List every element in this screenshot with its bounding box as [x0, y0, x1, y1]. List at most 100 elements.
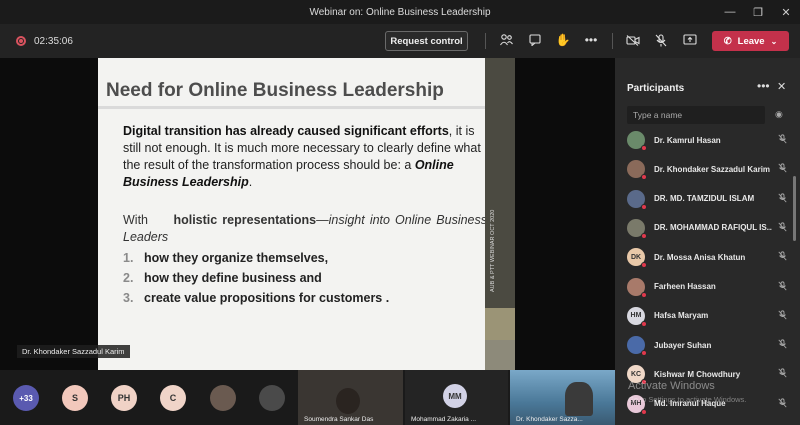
bullet-number: 2.	[123, 271, 134, 285]
participant-row[interactable]: Dr. Khondaker Sazzadul Karim	[627, 158, 787, 181]
para1-bold: Digital transition has already caused si…	[123, 124, 449, 138]
video-tile[interactable]: Soumendra Sankar Das	[298, 370, 403, 425]
participant-search-input[interactable]: Type a name	[627, 106, 765, 124]
status-badge	[641, 232, 647, 239]
mic-off-icon	[778, 222, 787, 234]
minimize-icon[interactable]: —	[716, 0, 744, 24]
participant-avatar: HM	[627, 306, 647, 327]
status-badge	[641, 203, 647, 210]
participant-name: Dr. Khondaker Sazzadul Karim	[654, 164, 771, 174]
bullet-number: 1.	[123, 251, 134, 265]
participant-photo-avatar[interactable]	[259, 385, 285, 411]
participant-row[interactable]: DR. MOHAMMAD RAFIQUL IS...	[627, 217, 787, 239]
participant-row[interactable]: DR. MD. TAMZIDUL ISLAM	[627, 188, 787, 210]
slide-side-accent	[485, 308, 515, 340]
participant-avatar	[627, 218, 647, 239]
bullet-text: create value propositions for customers …	[144, 291, 390, 305]
bullet-number: 3.	[123, 291, 134, 305]
participant-avatar: DK	[627, 248, 647, 269]
participant-name: Farheen Hassan	[654, 282, 716, 291]
slide-divider	[98, 106, 485, 109]
share-screen-icon[interactable]	[682, 32, 698, 48]
toolbar-divider	[612, 33, 613, 49]
chat-icon[interactable]	[527, 32, 543, 48]
leave-button[interactable]: ✆ Leave ⌄	[712, 31, 789, 51]
participant-name: Jubayer Suhan	[654, 340, 712, 350]
toolbar-divider	[485, 33, 486, 49]
more-participants-badge[interactable]: +33	[13, 385, 39, 411]
bullet-item: 1. how they organize themselves,	[123, 248, 389, 268]
raise-hand-icon[interactable]: ✋	[555, 32, 571, 48]
mic-off-icon[interactable]	[653, 32, 669, 48]
participant-name: Dr. Mossa Anisa Khatun	[654, 252, 746, 262]
status-badge	[641, 174, 647, 181]
participant-row[interactable]: DK Dr. Mossa Anisa Khatun	[627, 246, 787, 269]
mic-off-icon	[778, 251, 787, 263]
video-tile-label: Mohammad Zakaria ...	[411, 416, 477, 423]
para2-with: With	[123, 213, 148, 227]
presenter-name-tag: Dr. Khondaker Sazzadul Karim	[17, 345, 130, 358]
restore-icon[interactable]: ❐	[744, 0, 772, 24]
participant-avatar[interactable]: C	[160, 385, 186, 411]
phone-hangup-icon: ✆	[723, 35, 732, 47]
video-tile[interactable]: MM Mohammad Zakaria ...	[405, 370, 508, 425]
participant-name: Kishwar M Chowdhury	[654, 369, 741, 379]
participant-row[interactable]: Jubayer Suhan	[627, 334, 787, 357]
para2-bold: holistic representations	[173, 213, 317, 227]
mic-off-icon	[778, 280, 787, 293]
status-badge	[641, 350, 647, 357]
more-actions-icon[interactable]: •••	[583, 32, 599, 48]
camera-off-icon[interactable]	[625, 32, 641, 48]
mic-off-icon	[778, 310, 787, 322]
participant-row[interactable]: Farheen Hassan	[627, 276, 787, 298]
bullet-item: 2. how they define business and	[123, 268, 389, 288]
mic-off-icon	[778, 193, 787, 205]
participant-row[interactable]: HM Hafsa Maryam	[627, 305, 787, 327]
video-tile[interactable]: Dr. Khondaker Sazza...	[510, 370, 615, 425]
participants-scrollbar[interactable]	[793, 176, 796, 241]
participant-avatar	[627, 336, 647, 357]
slide-title: Need for Online Business Leadership	[106, 80, 444, 101]
meeting-timer: 02:35:06	[34, 36, 73, 47]
video-strip: +33 S PH C Soumendra Sankar Das MM Moham…	[0, 370, 615, 425]
more-options-icon[interactable]: •••	[757, 79, 770, 93]
activation-watermark-sub: Go to Settings to activate Windows.	[628, 395, 747, 404]
slide-bullet-list: 1. how they organize themselves, 2. how th…	[123, 248, 389, 308]
status-badge	[641, 408, 647, 415]
mic-off-icon	[778, 339, 787, 351]
meeting-toolbar: 02:35:06 Request control ✋ ••• ✆ Leave ⌄	[0, 24, 800, 58]
participant-avatar	[627, 160, 647, 181]
participant-row[interactable]: Dr. Kamrul Hasan	[627, 129, 787, 151]
participant-avatar	[627, 277, 647, 298]
participant-avatar[interactable]: PH	[111, 385, 137, 411]
panel-title: Participants	[627, 83, 685, 94]
close-window-icon[interactable]: ✕	[772, 0, 800, 24]
bullet-text: how they define business and	[144, 271, 322, 285]
status-badge	[641, 145, 647, 151]
participant-name: Hafsa Maryam	[654, 311, 709, 321]
close-icon[interactable]: ✕	[777, 80, 786, 93]
status-badge	[641, 291, 647, 298]
status-badge	[641, 320, 647, 327]
para1-end: .	[248, 175, 253, 189]
participant-photo-avatar[interactable]	[210, 385, 236, 411]
person-silhouette	[336, 388, 360, 414]
participants-icon[interactable]	[498, 32, 514, 48]
participant-name: DR. MD. TAMZIDUL ISLAM	[654, 194, 755, 204]
participant-avatar[interactable]: S	[62, 385, 88, 411]
bullet-item: 3. create value propositions for customer…	[123, 288, 389, 308]
request-control-button[interactable]: Request control	[385, 31, 468, 51]
slide-paragraph-2: With holistic representations—insight in…	[123, 212, 487, 246]
chevron-down-icon[interactable]: ⌄	[771, 37, 778, 46]
window-controls: — ❐ ✕	[716, 0, 800, 24]
slide-paragraph-1: Digital transition has already caused si…	[123, 123, 487, 191]
shared-content-stage: Need for Online Business Leadership Digi…	[0, 58, 615, 370]
participant-name: DR. MOHAMMAD RAFIQUL IS...	[654, 223, 772, 233]
slide-side-text: AUB & PTT WEBINAR OCT 2020	[490, 209, 496, 292]
mic-off-icon	[778, 398, 787, 410]
view-options-icon[interactable]: ◉	[775, 109, 783, 120]
para2-dash: —	[316, 213, 329, 227]
participant-avatar	[627, 131, 647, 151]
video-tile-label: Dr. Khondaker Sazza...	[516, 416, 583, 423]
window-title: Webinar on: Online Business Leadership	[309, 6, 491, 18]
